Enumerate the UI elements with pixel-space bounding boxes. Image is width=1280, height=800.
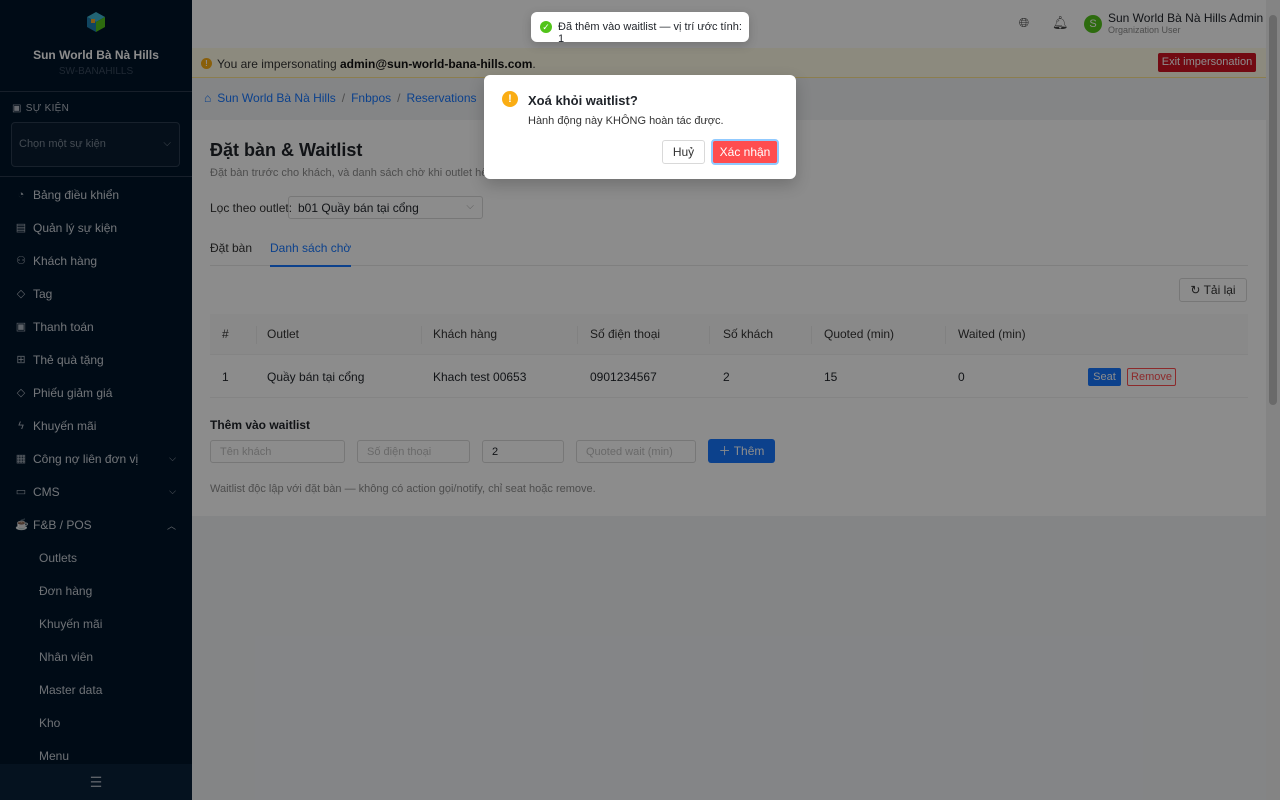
cancel-button[interactable]: Huỷ (662, 140, 705, 164)
confirm-button[interactable]: Xác nhận (711, 139, 779, 165)
toast-message: Đã thêm vào waitlist — vị trí ước tính: … (558, 21, 742, 45)
check-circle-icon: ✓ (540, 21, 552, 33)
confirm-dialog: ! Xoá khỏi waitlist? Hành động này KHÔNG… (484, 75, 796, 179)
dialog-title: Xoá khỏi waitlist? (528, 93, 638, 108)
exclamation-circle-icon: ! (502, 91, 518, 107)
success-toast: ✓ Đã thêm vào waitlist — vị trí ước tính… (531, 12, 749, 45)
dialog-message: Hành động này KHÔNG hoàn tác được. (528, 115, 724, 127)
